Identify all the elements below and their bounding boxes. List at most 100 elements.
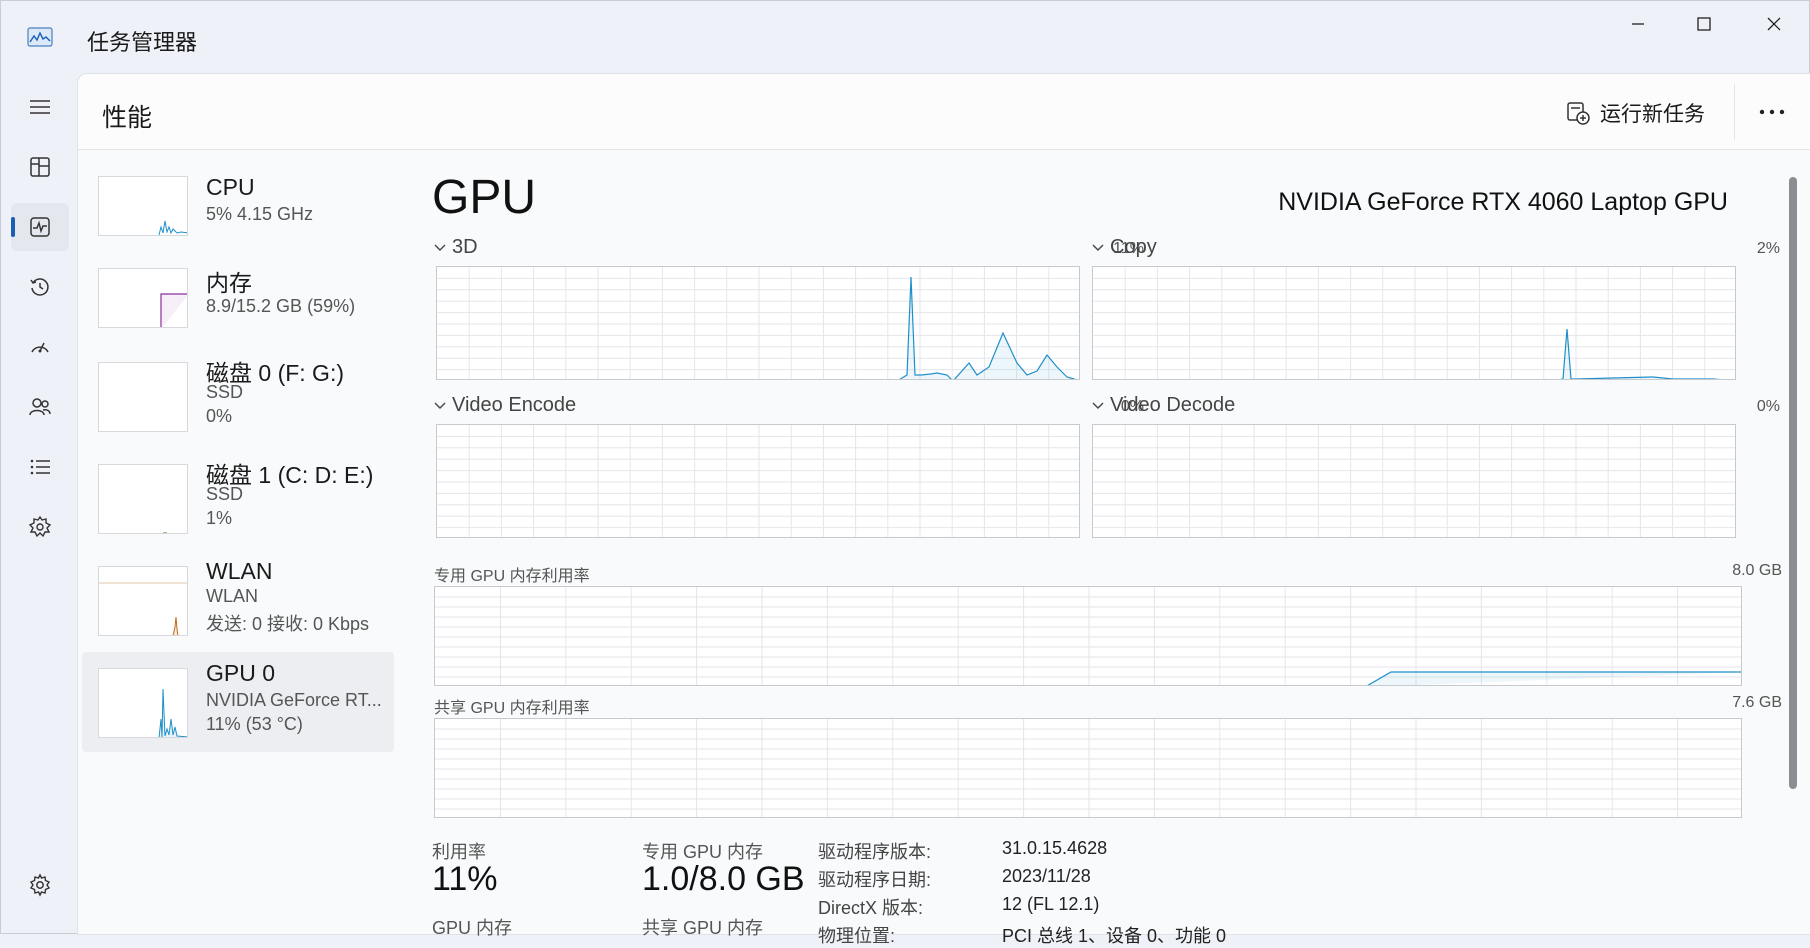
users-icon: [29, 398, 51, 416]
info-key: 物理位置:: [818, 926, 896, 946]
shared-gpu-memory-label: 共享 GPU 内存: [642, 918, 764, 938]
engine-percent: 2%: [1756, 240, 1780, 257]
dedicated-memory-label: 专用 GPU 内存利用率: [434, 568, 590, 585]
info-value: 12 (FL 12.1): [1002, 894, 1100, 914]
settings-icon: [29, 873, 51, 897]
nav-users[interactable]: [11, 383, 69, 431]
memory-thumbnail-graph: [98, 268, 188, 328]
resource-wlan[interactable]: WLAN WLAN 发送: 0 接收: 0 Kbps: [82, 554, 394, 654]
gpu-thumbnail-graph: [98, 668, 188, 738]
resource-name: CPU: [206, 174, 255, 200]
nav-details[interactable]: [11, 443, 69, 491]
scrollbar[interactable]: [1789, 177, 1797, 789]
resource-name: WLAN: [206, 558, 273, 584]
resource-type: WLAN: [206, 586, 259, 606]
engine-label: Copy: [1110, 236, 1157, 258]
engine-label: Video Decode: [1110, 394, 1236, 416]
maximize-icon: [1697, 17, 1711, 31]
nav-services[interactable]: [11, 503, 69, 551]
shared-memory-max: 7.6 GB: [1732, 694, 1782, 711]
resource-disk-1[interactable]: 磁盘 1 (C: D: E:) SSD 1%: [82, 452, 394, 552]
engine-percent: 0%: [1756, 398, 1780, 415]
wlan-thumbnail-graph: [98, 566, 188, 636]
resource-cpu[interactable]: CPU 5% 4.15 GHz: [82, 166, 394, 266]
resource-detail: 5% 4.15 GHz: [206, 204, 314, 224]
minimize-button[interactable]: [1603, 1, 1673, 47]
resource-usage: 1%: [206, 508, 233, 528]
cpu-thumbnail-graph: [98, 176, 188, 236]
more-options-button[interactable]: [1750, 94, 1794, 130]
resource-usage: 发送: 0 接收: 0 Kbps: [206, 614, 370, 634]
resource-name: 内存: [206, 270, 252, 296]
performance-icon: [30, 217, 50, 237]
shared-memory-graph: [434, 718, 1742, 818]
nav-performance[interactable]: [11, 203, 69, 251]
info-key: 驱动程序版本:: [818, 842, 932, 862]
dedicated-memory-usage-line: [1367, 671, 1741, 685]
processes-icon: [30, 157, 50, 177]
run-new-task-icon: [1567, 102, 1590, 125]
nav-processes[interactable]: [11, 143, 69, 191]
resource-list: CPU 5% 4.15 GHz 内存 8.9/15.2 GB (59%) 磁盘 …: [78, 150, 408, 936]
engine-3d-graph: [436, 266, 1080, 380]
engine-video-decode-selector[interactable]: Video Decode: [1092, 394, 1235, 417]
gpu-model-name: NVIDIA GeForce RTX 4060 Laptop GPU: [1278, 188, 1728, 216]
nav-startup[interactable]: [11, 323, 69, 371]
chevron-down-icon: [1092, 244, 1104, 251]
minimize-icon: [1632, 23, 1644, 25]
resource-gpu-0[interactable]: GPU 0 NVIDIA GeForce RT... 11% (53 °C): [82, 652, 394, 752]
header-divider: [1734, 84, 1735, 140]
chevron-down-icon: [434, 244, 446, 251]
chevron-down-icon: [1092, 402, 1104, 409]
gpu-memory-label: GPU 内存: [432, 918, 513, 938]
resource-usage: 0%: [206, 406, 233, 426]
dedicated-memory-max: 8.0 GB: [1732, 562, 1782, 579]
engine-video-encode-graph: [436, 424, 1080, 538]
info-key: DirectX 版本:: [818, 898, 924, 918]
resource-name: GPU 0: [206, 660, 276, 686]
nav-menu-button[interactable]: [11, 83, 69, 131]
shared-memory-label: 共享 GPU 内存利用率: [434, 700, 590, 717]
engine-video-encode-selector[interactable]: Video Encode: [434, 394, 576, 417]
run-new-task-button[interactable]: 运行新任务: [1566, 96, 1705, 130]
maximize-button[interactable]: [1669, 1, 1739, 47]
utilization-value: 11%: [432, 860, 498, 898]
task-manager-app-icon: [27, 27, 53, 47]
resource-disk-0[interactable]: 磁盘 0 (F: G:) SSD 0%: [82, 350, 394, 450]
startup-icon: [31, 342, 49, 353]
engine-copy-graph: [1092, 266, 1736, 380]
engine-video-decode-graph: [1092, 424, 1736, 538]
close-icon: [1767, 17, 1781, 31]
dedicated-gpu-memory-value: 1.0/8.0 GB: [642, 860, 805, 898]
resource-detail: 8.9/15.2 GB (59%): [206, 296, 356, 316]
title-bar[interactable]: 任务管理器: [1, 1, 1810, 73]
disk1-thumbnail-graph: [98, 464, 188, 534]
engine-copy-selector[interactable]: Copy: [1092, 236, 1157, 259]
engine-3d-selector[interactable]: 3D: [434, 236, 478, 259]
app-history-icon: [30, 278, 49, 296]
run-new-task-label: 运行新任务: [1600, 103, 1705, 126]
nav-settings[interactable]: [11, 861, 69, 909]
services-icon: [28, 515, 52, 538]
copy-usage-line: [1559, 328, 1721, 379]
3d-usage-line: [899, 276, 1077, 379]
engine-label: 3D: [452, 236, 478, 258]
navigation-rail: [1, 73, 77, 935]
more-icon: [1759, 109, 1785, 115]
resource-memory[interactable]: 内存 8.9/15.2 GB (59%): [82, 258, 394, 358]
close-button[interactable]: [1739, 1, 1809, 47]
engine-label: Video Encode: [452, 394, 577, 416]
resource-type: SSD: [206, 382, 244, 402]
dedicated-memory-graph: [434, 586, 1742, 686]
chevron-down-icon: [434, 402, 446, 409]
page-header: 性能 运行新任务: [78, 74, 1810, 150]
resource-type: SSD: [206, 484, 244, 504]
task-manager-window: 任务管理器 性能 运行新任务 CPU 5% 4.15 GHz 内存 8.9/15…: [0, 0, 1810, 946]
resource-model: NVIDIA GeForce RT...: [206, 690, 382, 710]
disk0-thumbnail-graph: [98, 362, 188, 432]
gpu-title: GPU: [432, 171, 537, 224]
info-value: PCI 总线 1、设备 0、功能 0: [1002, 926, 1227, 946]
content-panel: 性能 运行新任务 CPU 5% 4.15 GHz 内存 8.9/15.2 GB …: [77, 73, 1810, 946]
info-value: 2023/11/28: [1002, 866, 1091, 886]
nav-app-history[interactable]: [11, 263, 69, 311]
